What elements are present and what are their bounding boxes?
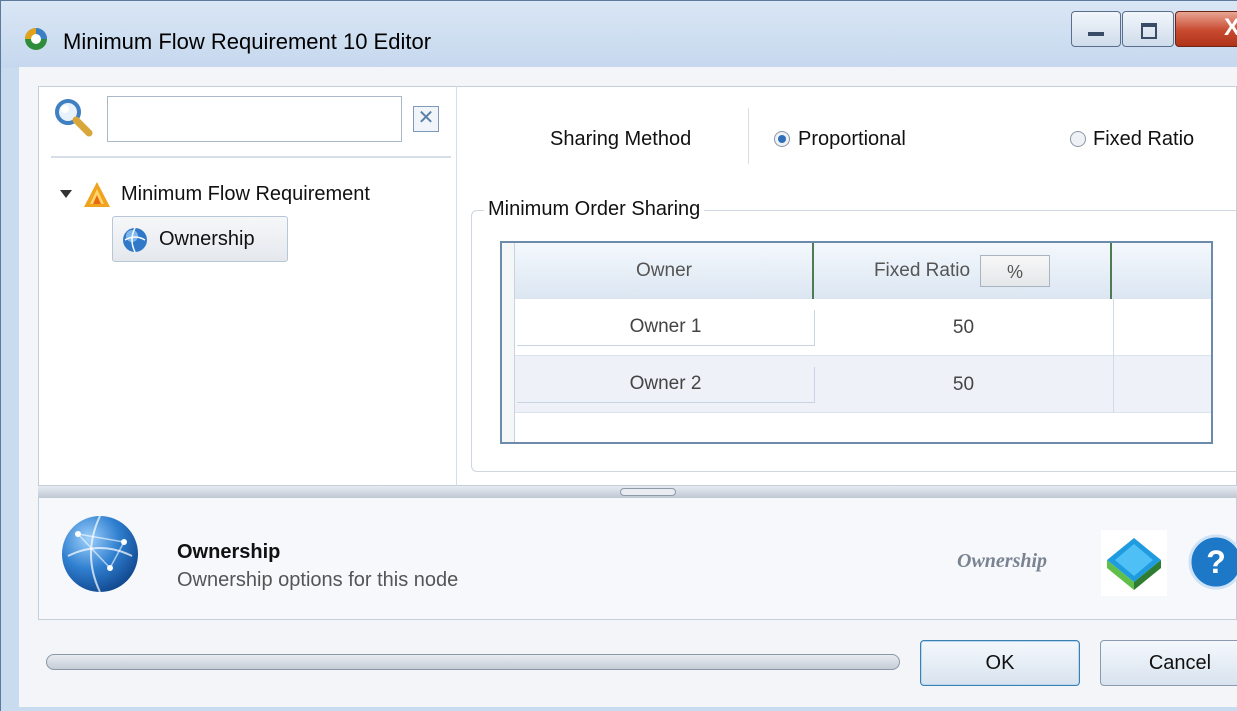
info-description: Ownership options for this node [177,569,459,591]
warning-triangle-icon [84,182,110,207]
globe-icon [123,227,147,253]
maximize-button[interactable] [1122,11,1174,47]
search-input[interactable] [107,96,402,142]
ok-button[interactable]: OK [920,640,1080,686]
column-header-fixed-ratio[interactable]: Fixed Ratio % [814,243,1112,299]
ratio-cell[interactable]: 50 [814,356,1114,413]
window-title: Minimum Flow Requirement 10 Editor [63,29,432,54]
globe-icon [62,515,138,593]
owner-cell[interactable]: Owner 1 [516,299,816,356]
fixed-ratio-radio[interactable] [1070,131,1086,147]
splitter-grip[interactable] [620,488,676,496]
maximize-icon [1141,23,1157,39]
title-bar[interactable]: Minimum Flow Requirement 10 Editor X [1,1,1237,68]
info-tag: Ownership [957,550,1048,572]
tree-expand-arrow-icon[interactable] [60,190,72,198]
search-icon [55,99,93,137]
toolbar-divider [748,108,749,164]
progress-bar [46,654,900,670]
proportional-radio[interactable] [774,131,790,147]
book-icon[interactable] [1101,530,1167,596]
search-divider [51,156,451,158]
column-header-owner[interactable]: Owner [516,243,814,299]
ownership-grid[interactable]: Owner Fixed Ratio % Owner 1 50 Owner 2 5… [500,241,1213,444]
table-row[interactable]: Owner 1 50 [502,299,1211,356]
owner-cell[interactable]: Owner 2 [516,356,816,413]
minimize-button[interactable] [1071,11,1121,47]
help-icon[interactable]: ? [1186,532,1237,592]
grid-header: Owner Fixed Ratio % [502,243,1211,300]
minimize-icon [1088,32,1104,36]
app-logo-icon [25,28,47,50]
sharing-method-label: Sharing Method [550,128,692,150]
info-title: Ownership [177,541,281,563]
group-title: Minimum Order Sharing [484,198,705,221]
close-icon: X [1224,14,1237,41]
ratio-cell[interactable]: 50 [814,299,1114,356]
close-button[interactable]: X [1175,11,1237,47]
fixed-ratio-radio-label[interactable]: Fixed Ratio [1093,128,1194,151]
clear-icon: ✕ [417,107,435,129]
navigation-pane [38,86,456,486]
row-header-column [502,243,515,442]
radio-selected-dot [778,135,786,143]
svg-text:?: ? [1206,544,1226,580]
unit-percent-button[interactable]: % [980,255,1051,287]
table-row[interactable]: Owner 2 50 [502,356,1211,413]
cancel-button[interactable]: Cancel [1100,640,1237,686]
clear-search-button[interactable]: ✕ [413,106,439,132]
tree-item-ownership[interactable]: Ownership [112,216,288,262]
proportional-radio-label[interactable]: Proportional [798,128,906,151]
tree-item-label: Ownership [159,228,255,250]
tree-item-minimum-flow-requirement[interactable]: Minimum Flow Requirement [121,183,370,206]
